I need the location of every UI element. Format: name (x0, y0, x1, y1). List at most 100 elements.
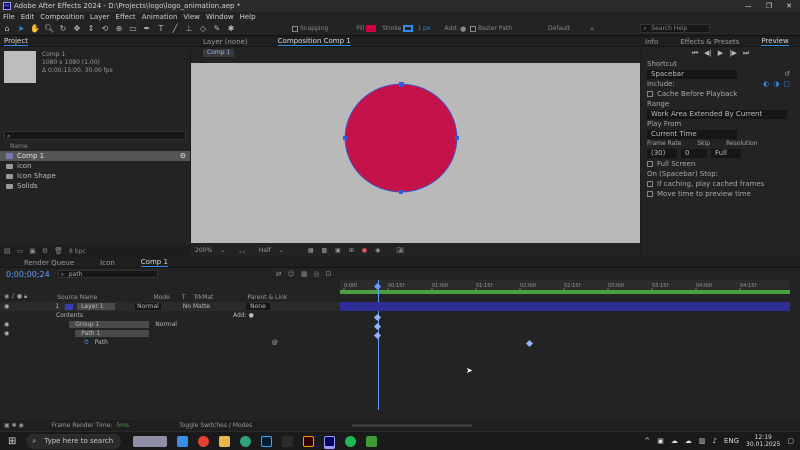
group-mode[interactable]: Normal (155, 321, 177, 328)
table-row[interactable]: ⏱ Path @ (0, 338, 340, 347)
exposure-icon[interactable]: ◉ (375, 247, 380, 254)
snapping-checkbox[interactable] (292, 25, 298, 32)
menu-edit[interactable]: Edit (21, 13, 35, 21)
camera-icon[interactable]: 📷︎ (396, 247, 404, 254)
menu-help[interactable]: Help (240, 13, 256, 21)
path-vertex-bottom[interactable] (399, 190, 403, 194)
color-channel-icon[interactable]: ● (362, 247, 367, 254)
region-icon[interactable]: ▦ (308, 247, 314, 254)
menu-effect[interactable]: Effect (116, 13, 136, 21)
tab-layer[interactable]: Layer (none) (203, 38, 248, 46)
add-icon[interactable]: ● (249, 312, 254, 319)
eye-icon[interactable]: ◉ (4, 330, 9, 337)
orbit-tool-icon[interactable]: ↻ (58, 24, 68, 34)
link-icon[interactable]: @ (272, 339, 278, 346)
list-item[interactable]: Comp 1 ⚙ (0, 151, 190, 161)
rotate-tool-icon[interactable]: ⟲ (100, 24, 110, 34)
pan-tool-icon[interactable]: ✥ (72, 24, 82, 34)
zoom-slider[interactable] (352, 424, 473, 427)
bezier-path-checkbox[interactable] (470, 25, 477, 32)
stroke-color-swatch[interactable] (403, 25, 414, 32)
chevron-up-icon[interactable]: ^ (644, 437, 650, 445)
eraser-tool-icon[interactable]: ◇ (198, 24, 208, 34)
motion-blur-icon[interactable]: ◎ (314, 270, 320, 278)
layer-bar[interactable] (340, 302, 790, 311)
move-time-checkbox[interactable] (647, 191, 653, 197)
zoom-tool-icon[interactable]: 🔍︎ (44, 24, 54, 34)
prev-frame-icon[interactable]: ◀| (704, 49, 712, 57)
type-tool-icon[interactable]: T (156, 24, 166, 34)
tab-icon[interactable]: Icon (100, 259, 115, 267)
table-row[interactable]: ◉ Group 1 Normal (0, 320, 340, 329)
play-icon[interactable]: ▶ (718, 49, 723, 57)
path-vertex-right[interactable] (455, 136, 459, 140)
layer-parent[interactable]: None (246, 303, 270, 310)
parent-link-header[interactable]: Parent & Link (247, 294, 287, 301)
table-row[interactable]: Contents Add: ● (0, 311, 340, 320)
keyframe-marker[interactable] (525, 339, 534, 348)
comp-viewer[interactable] (191, 63, 640, 243)
maximize-button[interactable]: ❐ (766, 2, 772, 10)
task-view-icon[interactable] (177, 435, 189, 447)
mode-header[interactable]: Mode (153, 294, 169, 301)
pen-tool-icon[interactable]: ✒ (142, 24, 152, 34)
minimize-button[interactable]: — (745, 2, 752, 10)
layer-name[interactable]: Layer 1 (77, 303, 116, 310)
pan-behind-tool-icon[interactable]: ⊕ (114, 24, 124, 34)
puppet-tool-icon[interactable]: ✱ (226, 24, 236, 34)
skip-input[interactable]: 0 (681, 149, 707, 158)
tab-effects-presets[interactable]: Effects & Presets (680, 38, 739, 46)
workspace-more-icon[interactable]: » (590, 25, 594, 33)
time-ruler[interactable]: 0:00f 00:15f 01:00f 01:15f 02:00f 02:15f 03:00… (340, 280, 790, 290)
tab-comp-1[interactable]: Comp 1 (140, 258, 168, 267)
add-menu[interactable]: Add: (233, 312, 247, 319)
keyframe-marker[interactable] (373, 331, 382, 340)
language-indicator[interactable]: ENG (724, 437, 739, 445)
rectangle-tool-icon[interactable]: ▭ (128, 24, 138, 34)
layer-trkmat[interactable]: No Matte (183, 303, 210, 310)
path-vertex-top[interactable] (399, 82, 404, 87)
quality-dropdown[interactable]: Half (259, 247, 271, 254)
comp-canvas[interactable] (191, 63, 640, 243)
include-video-icon[interactable]: ◐ (763, 80, 769, 88)
list-item[interactable]: Icon Shape (0, 171, 190, 181)
eye-icon[interactable]: ◉ (4, 303, 9, 310)
frame-rate-dropdown[interactable]: (30) (647, 149, 677, 158)
app-icon[interactable] (282, 435, 294, 447)
camera-tray-icon[interactable]: ▣ (657, 437, 664, 445)
cache-checkbox[interactable] (647, 91, 653, 97)
project-search-input[interactable]: ⌕ (4, 131, 186, 140)
shy-icon[interactable]: ☺ (288, 270, 295, 278)
layer-mode[interactable]: Normal (135, 303, 161, 310)
trash-icon[interactable]: 🗑︎ (54, 247, 63, 255)
hand-tool-icon[interactable]: ✋ (30, 24, 40, 34)
tab-render-queue[interactable]: Render Queue (24, 259, 74, 267)
t-header[interactable]: T (182, 294, 186, 301)
stroke-width-value[interactable]: 1 px (417, 25, 430, 32)
path-group-name[interactable]: Path 1 (75, 330, 150, 337)
list-item[interactable]: icon (0, 161, 190, 171)
selection-tool-icon[interactable]: ➤ (16, 24, 26, 34)
name-column-header[interactable]: Name (10, 143, 28, 150)
widgets-icon[interactable] (133, 435, 168, 447)
fit-icon[interactable]: ⌞⌟ (239, 247, 245, 254)
range-dropdown[interactable]: Work Area Extended By Current (647, 109, 787, 119)
eye-icon[interactable]: ◉ (4, 321, 9, 328)
path-property-name[interactable]: Path (95, 339, 108, 346)
menu-file[interactable]: File (3, 13, 15, 21)
resolution-dropdown[interactable]: Full (711, 149, 741, 158)
draft-3d-icon[interactable]: ⇄ (276, 270, 282, 278)
group-name[interactable]: Group 1 (69, 321, 150, 328)
brush-tool-icon[interactable]: ╱ (170, 24, 180, 34)
network-icon[interactable]: ▥ (699, 437, 706, 445)
tab-preview[interactable]: Preview (761, 37, 789, 46)
windows-start-icon[interactable]: ⊞ (8, 436, 16, 447)
clone-tool-icon[interactable]: ⊥ (184, 24, 194, 34)
new-folder-icon[interactable]: ▭ (17, 247, 24, 255)
chrome-icon[interactable] (198, 435, 210, 447)
work-area-bar[interactable] (340, 290, 790, 294)
full-screen-checkbox[interactable] (647, 161, 653, 167)
menu-view[interactable]: View (183, 13, 200, 21)
onedrive-icon[interactable]: ☁ (685, 437, 692, 445)
menu-layer[interactable]: Layer (90, 13, 110, 21)
